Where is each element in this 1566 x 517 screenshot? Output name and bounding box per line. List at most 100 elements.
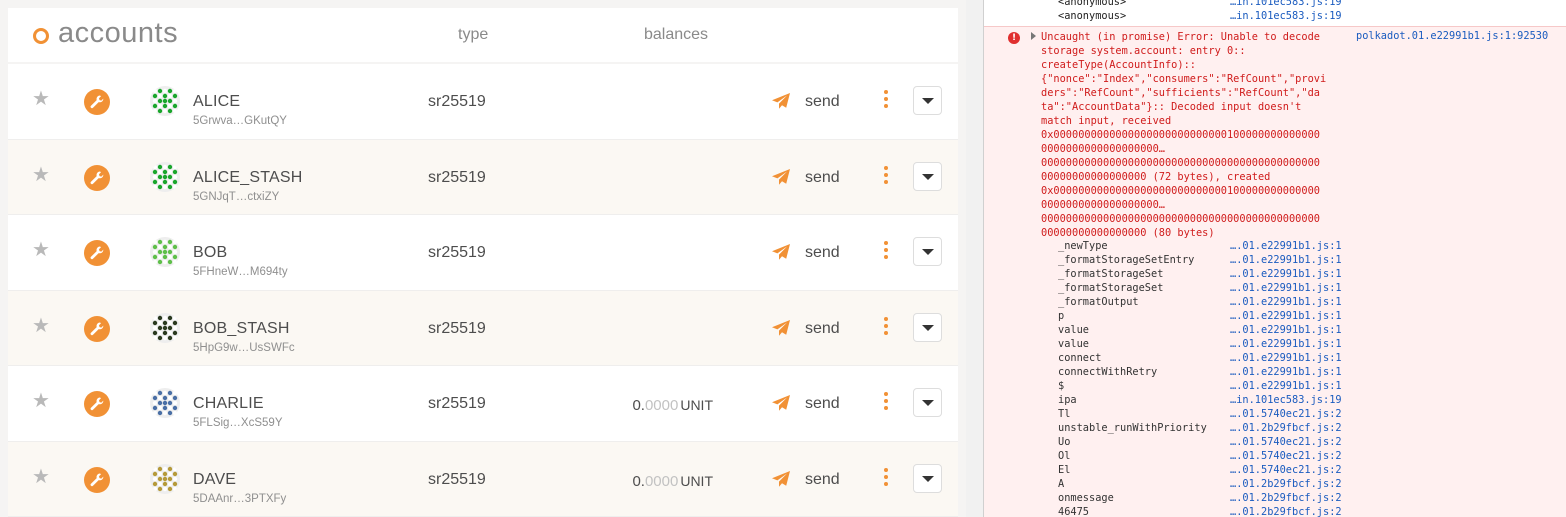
- expand-dropdown-button[interactable]: [913, 312, 942, 342]
- stack-frame-link[interactable]: …in.101ec583.js:19: [1230, 394, 1342, 406]
- favorite-star-icon[interactable]: ★: [32, 165, 50, 185]
- scrollbar-track[interactable]: [966, 0, 983, 517]
- send-button[interactable]: send: [805, 244, 840, 262]
- account-settings-button[interactable]: [84, 164, 110, 191]
- stack-frame-name: _newType: [1058, 240, 1108, 252]
- account-address[interactable]: 5HpG9w…UsSWFc: [193, 342, 295, 354]
- account-balance: [568, 171, 713, 188]
- account-address[interactable]: 5GNJqT…ctxiZY: [193, 191, 279, 203]
- stack-frame-link[interactable]: ….01.e22991b1.js:1: [1230, 254, 1342, 266]
- paper-plane-icon[interactable]: [771, 319, 791, 337]
- paper-plane-icon[interactable]: [771, 470, 791, 488]
- more-options-icon[interactable]: [884, 392, 890, 414]
- more-options-icon[interactable]: [884, 165, 890, 188]
- stack-frame-name: onmessage: [1058, 492, 1114, 504]
- account-address[interactable]: 5FLSig…XcS59Y: [193, 417, 283, 429]
- stack-frame-link[interactable]: …in.101ec583.js:19: [1230, 10, 1342, 22]
- account-name: ALICE_STASH: [193, 168, 303, 186]
- stack-frame-name: <anonymous>: [1058, 0, 1127, 8]
- accounts-app: accounts type balances ★ ALICE 5Grwva…GKut…: [0, 0, 966, 517]
- account-identicon[interactable]: [150, 463, 180, 494]
- more-options-icon[interactable]: [884, 241, 890, 263]
- expand-dropdown-button[interactable]: [913, 463, 942, 493]
- paper-plane-icon[interactable]: [771, 168, 791, 186]
- more-options-icon[interactable]: [884, 316, 890, 339]
- account-crypto-type: sr25519: [428, 244, 486, 261]
- account-settings-button[interactable]: [84, 240, 110, 266]
- stack-frame-name: _formatStorageSetEntry: [1058, 254, 1195, 266]
- stack-frame-link[interactable]: ….01.e22991b1.js:1: [1230, 296, 1342, 308]
- stack-frame-link[interactable]: ….01.e22991b1.js:1: [1230, 240, 1342, 252]
- account-identicon[interactable]: [150, 388, 180, 418]
- stack-frame-link[interactable]: ….01.e22991b1.js:1: [1230, 366, 1342, 378]
- account-balance: 0.0000 UNIT: [568, 473, 713, 490]
- expand-dropdown-button[interactable]: [913, 161, 942, 191]
- account-name: ALICE: [193, 93, 241, 110]
- wrench-icon: [90, 397, 104, 411]
- stack-frame-name: connectWithRetry: [1058, 366, 1158, 378]
- stack-frame-link[interactable]: ….01.5740ec21.js:2: [1230, 436, 1342, 448]
- account-crypto-type: sr25519: [428, 395, 486, 412]
- expand-dropdown-button[interactable]: [913, 388, 942, 417]
- stack-frame-name: p: [1058, 310, 1065, 322]
- favorite-star-icon[interactable]: ★: [32, 89, 50, 109]
- expand-dropdown-button[interactable]: [913, 237, 942, 266]
- stack-frame-name: _formatOutput: [1058, 296, 1139, 308]
- account-settings-button[interactable]: [84, 315, 110, 342]
- stack-frame-name: <anonymous>: [1058, 10, 1127, 22]
- account-identicon[interactable]: [150, 237, 180, 267]
- wrench-icon: [90, 246, 104, 260]
- favorite-star-icon[interactable]: ★: [32, 467, 50, 487]
- account-address[interactable]: 5Grwva…GKutQY: [193, 115, 287, 127]
- account-address[interactable]: 5FHneW…M694ty: [193, 266, 288, 278]
- stack-frame-link[interactable]: ….01.e22991b1.js:1: [1230, 324, 1342, 336]
- stack-frame-link[interactable]: ….01.e22991b1.js:1: [1230, 380, 1342, 392]
- stack-frame-link[interactable]: ….01.e22991b1.js:1: [1230, 352, 1342, 364]
- stack-frame-link[interactable]: ….01.2b29fbcf.js:2: [1230, 478, 1342, 490]
- stack-frame-link[interactable]: …in.101ec583.js:19: [1230, 0, 1342, 8]
- account-address[interactable]: 5DAAnr…3PTXFy: [193, 493, 286, 505]
- expand-dropdown-button[interactable]: [913, 86, 942, 115]
- paper-plane-icon[interactable]: [771, 394, 791, 412]
- error-source-link[interactable]: polkadot.01.e22991b1.js:1:92530: [1356, 30, 1548, 42]
- stack-frame-name: connect: [1058, 352, 1102, 364]
- account-row: ★ ALICE 5Grwva…GKutQY sr25519 send: [8, 64, 958, 140]
- favorite-star-icon[interactable]: ★: [32, 391, 50, 411]
- stack-frame-link[interactable]: ….01.e22991b1.js:1: [1230, 282, 1342, 294]
- stack-frame-link[interactable]: ….01.e22991b1.js:1: [1230, 310, 1342, 322]
- stack-frame-link[interactable]: ….01.2b29fbcf.js:2: [1230, 492, 1342, 504]
- more-options-icon[interactable]: [884, 467, 890, 490]
- paper-plane-icon[interactable]: [771, 243, 791, 261]
- account-crypto-type: sr25519: [428, 93, 486, 110]
- stack-frame-name: value: [1058, 324, 1089, 336]
- account-settings-button[interactable]: [84, 89, 110, 115]
- account-balance: [568, 246, 713, 263]
- send-button[interactable]: send: [805, 471, 840, 489]
- send-button[interactable]: send: [805, 395, 840, 413]
- stack-frame-link[interactable]: ….01.e22991b1.js:1: [1230, 338, 1342, 350]
- stack-frame-link[interactable]: ….01.5740ec21.js:2: [1230, 450, 1342, 462]
- expand-caret-icon[interactable]: [1031, 32, 1036, 40]
- stack-frame-link[interactable]: ….01.2b29fbcf.js:2: [1230, 506, 1342, 517]
- stack-frame-link[interactable]: ….01.5740ec21.js:2: [1230, 464, 1342, 476]
- favorite-star-icon[interactable]: ★: [32, 240, 50, 260]
- favorite-star-icon[interactable]: ★: [32, 316, 50, 336]
- stack-frame-link[interactable]: ….01.5740ec21.js:2: [1230, 408, 1342, 420]
- stack-frame-link[interactable]: ….01.2b29fbcf.js:2: [1230, 422, 1342, 434]
- accounts-header: accounts type balances: [8, 8, 958, 62]
- page-title: accounts: [58, 17, 179, 49]
- account-settings-button[interactable]: [84, 391, 110, 417]
- account-identicon[interactable]: [150, 312, 180, 343]
- send-button[interactable]: send: [805, 320, 840, 338]
- wrench-icon: [90, 171, 104, 184]
- account-settings-button[interactable]: [84, 466, 110, 493]
- stack-frame-link[interactable]: ….01.e22991b1.js:1: [1230, 268, 1342, 280]
- send-button[interactable]: send: [805, 169, 840, 187]
- account-balance: 0.0000 UNIT: [568, 397, 713, 414]
- paper-plane-icon[interactable]: [771, 92, 791, 110]
- send-button[interactable]: send: [805, 93, 840, 111]
- more-options-icon[interactable]: [884, 90, 890, 112]
- account-identicon[interactable]: [150, 161, 180, 192]
- account-identicon[interactable]: [150, 86, 180, 116]
- account-balance: [568, 322, 713, 339]
